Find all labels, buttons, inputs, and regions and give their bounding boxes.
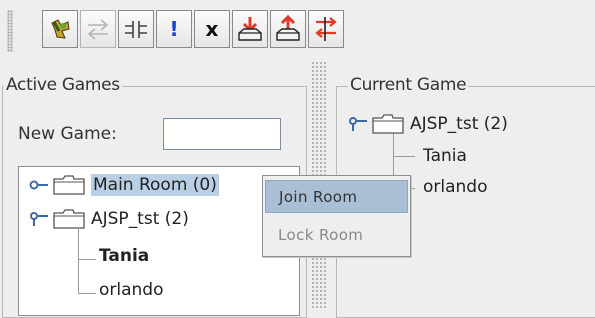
download-tray-icon (238, 17, 262, 41)
tree-node-label: Main Room (0) (91, 174, 219, 196)
new-game-input[interactable] (163, 118, 281, 150)
transfer-button[interactable] (308, 10, 344, 48)
tree-node-main-room[interactable]: Main Room (0) (29, 174, 219, 196)
tree-node-game[interactable]: AJSP_tst (2) (29, 209, 189, 229)
join-room-menu-item[interactable]: Join Room (265, 180, 408, 213)
alert-button[interactable]: ! (156, 10, 192, 48)
arrows-swap-icon (87, 19, 109, 40)
tree-node-label: AJSP_tst (2) (410, 114, 508, 134)
active-games-title: Active Games (4, 75, 122, 95)
expanded-handle-icon (30, 212, 48, 226)
tree-node-player[interactable]: orlando (99, 280, 164, 300)
x-icon: x (205, 17, 219, 41)
upload-tray-icon (276, 15, 300, 41)
upload-button[interactable] (270, 10, 306, 48)
tool-connect-icon (51, 19, 70, 39)
current-game-title: Current Game (348, 75, 469, 95)
split-button[interactable] (118, 10, 154, 48)
tree-connector (78, 259, 96, 260)
toolbar: ! x (0, 0, 595, 58)
transfer-icon (315, 17, 337, 41)
exclamation-icon: ! (169, 17, 179, 41)
download-button[interactable] (232, 10, 268, 48)
tree-connector (78, 229, 79, 293)
tree-connector (393, 156, 415, 157)
folder-icon (53, 209, 85, 229)
tree-node-label: orlando (423, 177, 488, 197)
tree-node-label: AJSP_tst (2) (91, 209, 189, 229)
tree-node-game[interactable]: AJSP_tst (2) (348, 114, 508, 134)
tree-node-player[interactable]: orlando (423, 177, 488, 197)
tree-node-label: Tania (423, 146, 467, 166)
tree-node-player[interactable]: Tania (423, 146, 467, 166)
tree-node-player[interactable]: Tania (99, 246, 149, 266)
swap-button[interactable] (80, 10, 116, 48)
close-button[interactable]: x (194, 10, 230, 48)
folder-icon (372, 114, 404, 134)
context-menu: Join Room Lock Room (262, 175, 411, 257)
expanded-handle-icon (349, 117, 367, 131)
split-icon (125, 21, 147, 38)
lock-room-menu-item: Lock Room (278, 225, 364, 244)
toolbar-grip[interactable] (7, 10, 13, 52)
tree-node-label: Tania (99, 246, 150, 266)
new-game-label: New Game: (18, 124, 117, 144)
tree-node-label: orlando (99, 280, 164, 300)
expanded-handle-icon (29, 180, 48, 190)
folder-icon (53, 175, 85, 195)
active-games-tree[interactable]: Main Room (0) AJSP_tst (2) Tania orlando (18, 166, 300, 316)
tree-connector (78, 293, 96, 294)
connect-button[interactable] (42, 10, 78, 48)
